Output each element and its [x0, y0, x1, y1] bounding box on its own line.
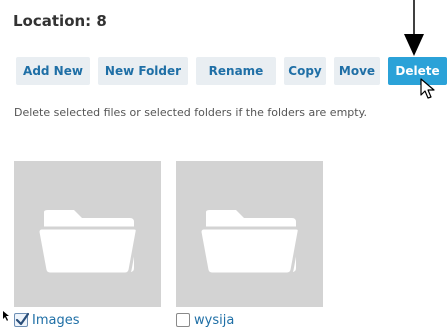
mouse-cursor-icon — [420, 78, 435, 99]
checkmark-icon — [15, 312, 29, 326]
folder-tile-images[interactable] — [14, 161, 161, 307]
rename-button[interactable]: Rename — [196, 57, 276, 85]
location-title: Location: 8 — [13, 12, 107, 30]
folder-checkbox-wysija[interactable] — [176, 313, 190, 327]
add-new-button[interactable]: Add New — [16, 57, 90, 85]
copy-button[interactable]: Copy — [284, 57, 326, 85]
folder-icon — [38, 210, 138, 276]
delete-button[interactable]: Delete — [388, 57, 447, 85]
new-folder-button[interactable]: New Folder — [98, 57, 188, 85]
folder-name-wysija: wysija — [194, 313, 235, 328]
toolbar-help-text: Delete selected files or selected folder… — [14, 106, 368, 119]
folder-icon — [200, 210, 300, 276]
folder-label-wysija[interactable]: wysija — [176, 312, 234, 330]
folder-tile-wysija[interactable] — [176, 161, 323, 307]
folder-label-images[interactable]: Images — [14, 312, 80, 330]
folder-name-images: Images — [32, 313, 80, 328]
folder-checkbox-images[interactable] — [14, 312, 29, 327]
down-arrow-annotation — [404, 0, 424, 56]
move-button[interactable]: Move — [334, 57, 380, 85]
pointer-icon — [3, 311, 9, 321]
